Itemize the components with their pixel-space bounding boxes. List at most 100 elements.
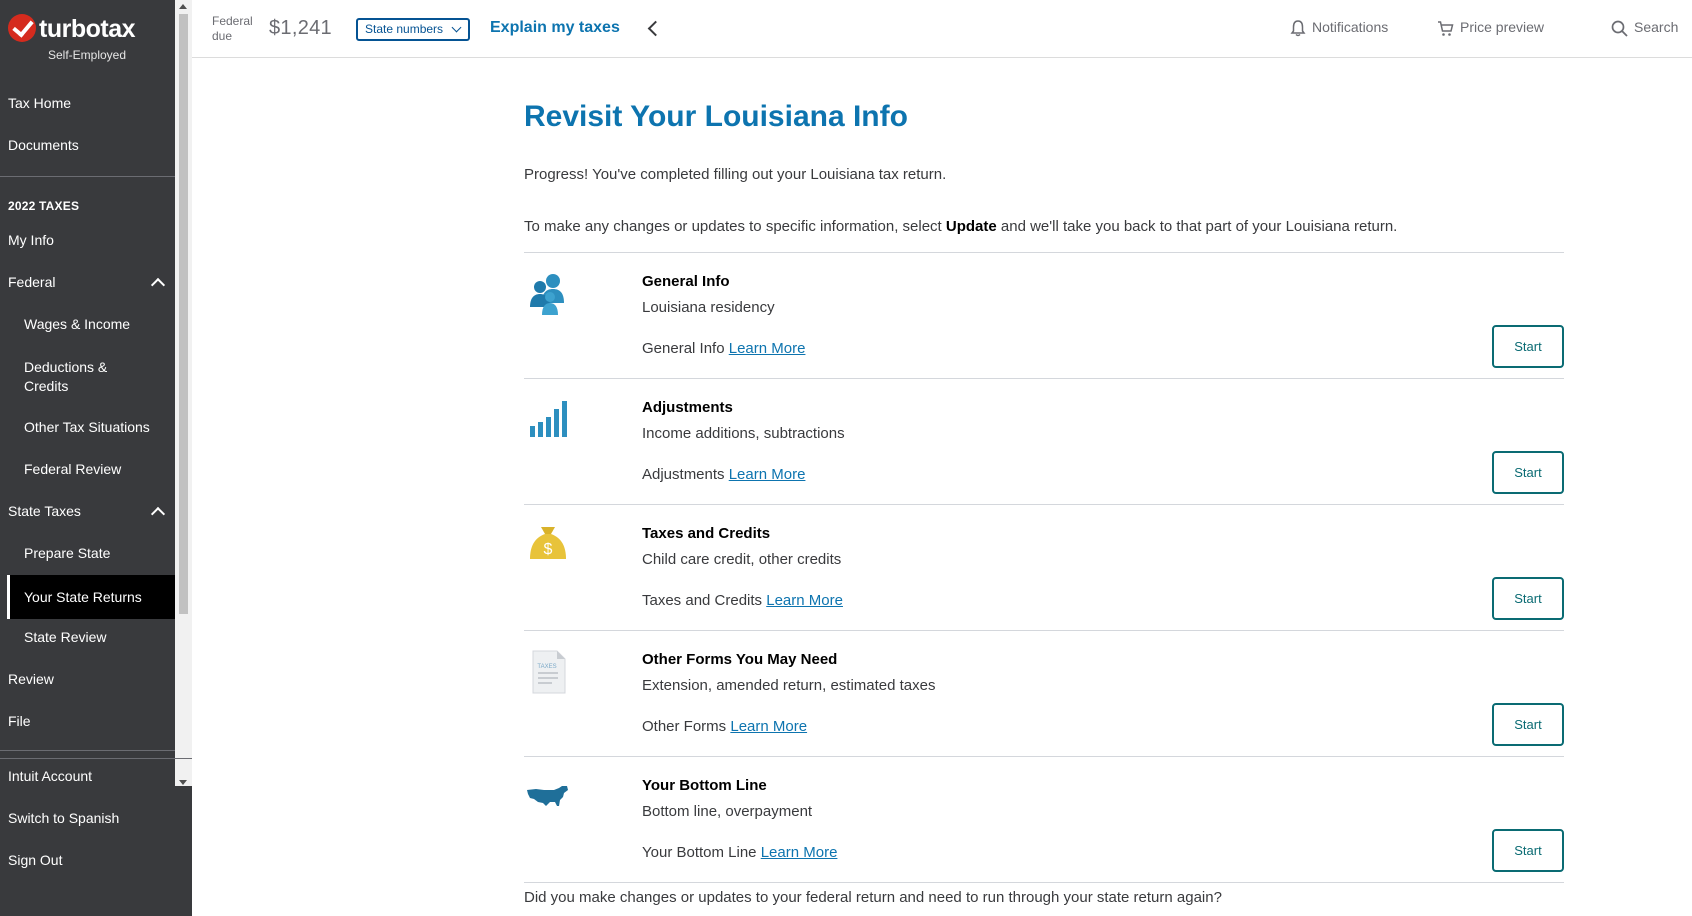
section-title: Taxes and Credits (642, 525, 771, 542)
link-prefix: Taxes and Credits (642, 592, 763, 609)
section-learn-more: Other Forms Learn More (642, 718, 807, 735)
scrollbar-thumb[interactable] (179, 14, 188, 614)
section-description: Bottom line, overpayment (642, 803, 813, 820)
federal-due-label: Federal due (212, 14, 253, 43)
search-icon (1611, 20, 1628, 37)
sidebar-divider (0, 176, 175, 177)
taxes-doc-label: TAXES (537, 664, 556, 670)
cart-icon (1438, 21, 1454, 36)
sidebar-divider (0, 758, 192, 759)
update-emphasis: Update (945, 218, 997, 235)
turbotax-logo[interactable]: turbotax Self-Employed (8, 14, 168, 64)
sidebar-item-other-tax-situations[interactable]: Other Tax Situations (0, 419, 175, 435)
notifications-label: Notifications (1312, 19, 1389, 35)
sidebar-item-state-taxes[interactable]: State Taxes (0, 503, 175, 522)
section-row-taxes-and-credits: $ Taxes and Credits Child care credit, o… (524, 505, 1564, 630)
chevron-down-icon (451, 22, 462, 33)
sidebar-item-my-info[interactable]: My Info (0, 232, 175, 248)
checkmark-logo-icon (8, 14, 36, 42)
sidebar-item-switch-to-spanish[interactable]: Switch to Spanish (0, 810, 175, 826)
section-learn-more: Your Bottom Line Learn More (642, 844, 837, 861)
start-button[interactable]: Start (1492, 451, 1564, 494)
bell-icon (1290, 20, 1306, 37)
sidebar-item-file[interactable]: File (0, 713, 175, 729)
sidebar-item-review[interactable]: Review (0, 671, 175, 687)
search-button[interactable]: Search (1611, 19, 1678, 37)
section-title: General Info (642, 273, 730, 290)
section-row-general-info: General Info Louisiana residency General… (524, 253, 1564, 378)
sidebar: turbotax Self-Employed Tax Home Document… (0, 0, 192, 916)
logo-wordmark: turbotax (39, 15, 136, 43)
section-row-adjustments: Adjustments Income additions, subtractio… (524, 379, 1564, 504)
link-prefix: Adjustments (642, 466, 725, 483)
section-description: Child care credit, other credits (642, 551, 842, 568)
sidebar-item-state-review[interactable]: State Review (0, 629, 175, 645)
active-indicator (7, 575, 10, 619)
sidebar-item-your-state-returns[interactable]: Your State Returns (8, 575, 175, 619)
price-preview-button[interactable]: Price preview (1437, 19, 1544, 37)
logo-edition: Self-Employed (47, 48, 127, 62)
scroll-up-arrow-icon[interactable] (179, 4, 187, 9)
federal-due-amount[interactable]: $1,241 (269, 17, 332, 40)
start-button[interactable]: Start (1492, 829, 1564, 872)
section-row-bottom-line: Your Bottom Line Bottom line, overpaymen… (524, 757, 1564, 882)
sidebar-item-federal[interactable]: Federal (0, 274, 175, 293)
section-learn-more: General Info Learn More (642, 340, 805, 357)
us-map-icon (527, 786, 568, 806)
chevron-up-icon (150, 277, 166, 293)
start-button[interactable]: Start (1492, 325, 1564, 368)
sidebar-nav: turbotax Self-Employed Tax Home Document… (0, 0, 175, 786)
sidebar-item-documents[interactable]: Documents (0, 137, 175, 153)
sidebar-scrollbar[interactable] (175, 0, 192, 786)
instructions-part: and we'll take you back to that part of … (996, 218, 1398, 235)
link-prefix: General Info (642, 340, 725, 357)
tax-document-icon: TAXES (532, 650, 566, 694)
dollar-sign: $ (544, 541, 553, 558)
federal-changes-question: Did you make changes or updates to your … (524, 889, 1222, 906)
learn-more-link[interactable]: Learn More (766, 592, 843, 609)
sidebar-item-federal-review[interactable]: Federal Review (0, 461, 175, 477)
sidebar-divider (0, 750, 175, 751)
bar-chart-icon (530, 401, 567, 437)
section-learn-more: Taxes and Credits Learn More (642, 592, 843, 609)
price-preview-label: Price preview (1460, 19, 1545, 35)
start-button[interactable]: Start (1492, 577, 1564, 620)
search-label: Search (1634, 19, 1679, 35)
sidebar-item-tax-home[interactable]: Tax Home (0, 95, 175, 111)
learn-more-link[interactable]: Learn More (729, 340, 806, 357)
collapse-chevron-icon[interactable] (647, 20, 664, 37)
learn-more-link[interactable]: Learn More (730, 718, 807, 735)
section-description: Income additions, subtractions (642, 425, 845, 442)
sidebar-item-sign-out[interactable]: Sign Out (0, 852, 175, 868)
sidebar-item-wages-income[interactable]: Wages & Income (0, 316, 175, 332)
section-description: Extension, amended return, estimated tax… (642, 677, 936, 694)
sidebar-section-title: 2022 TAXES (8, 199, 80, 213)
sidebar-scroll-area: turbotax Self-Employed Tax Home Document… (0, 0, 192, 786)
instructions-text: To make any changes or updates to specif… (524, 218, 1397, 235)
people-icon (530, 274, 564, 315)
top-header: Federal due $1,241 State numbers Explain… (192, 0, 1692, 58)
chevron-up-icon (150, 506, 166, 522)
state-numbers-dropdown[interactable]: State numbers (356, 18, 470, 41)
sidebar-item-label: Federal (8, 274, 56, 290)
section-divider (524, 882, 1564, 883)
progress-text: Progress! You've completed filling out y… (524, 166, 947, 183)
section-title: Other Forms You May Need (642, 651, 838, 668)
start-button[interactable]: Start (1492, 703, 1564, 746)
sidebar-item-intuit-account[interactable]: Intuit Account (0, 768, 175, 784)
section-row-other-forms: TAXES Other Forms You May Need Extension… (524, 631, 1564, 756)
sidebar-item-deductions-credits[interactable]: Deductions & Credits (0, 358, 130, 396)
learn-more-link[interactable]: Learn More (729, 466, 806, 483)
sidebar-item-prepare-state[interactable]: Prepare State (0, 545, 175, 561)
section-description: Louisiana residency (642, 299, 775, 316)
scroll-down-arrow-icon[interactable] (179, 780, 187, 785)
money-bag-icon: $ (530, 527, 566, 559)
section-title: Your Bottom Line (642, 777, 767, 794)
notifications-button[interactable]: Notifications (1290, 19, 1388, 37)
section-learn-more: Adjustments Learn More (642, 466, 805, 483)
learn-more-link[interactable]: Learn More (761, 844, 838, 861)
explain-my-taxes-link[interactable]: Explain my taxes (490, 19, 620, 37)
page-title: Revisit Your Louisiana Info (524, 100, 908, 133)
link-prefix: Other Forms (642, 718, 727, 735)
instructions-part: To make any changes or updates to specif… (524, 218, 946, 235)
